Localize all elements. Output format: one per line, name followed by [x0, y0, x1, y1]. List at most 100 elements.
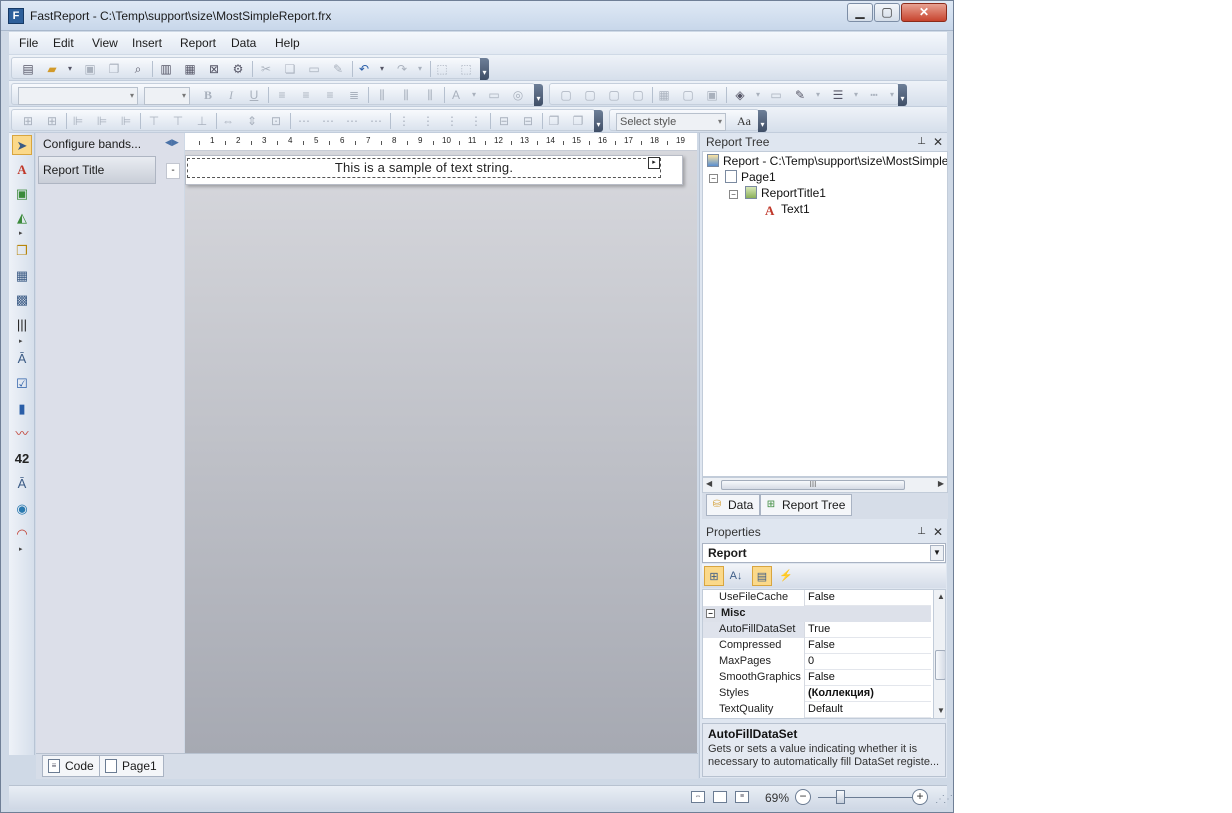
property-grid-scrollbar[interactable]: ▲ ▼: [933, 590, 945, 718]
style-editor-icon[interactable]: Aa: [734, 113, 754, 129]
border-bottom-icon[interactable]: ▢: [582, 87, 598, 103]
whole-page-icon[interactable]: [713, 791, 727, 803]
valign-center-icon[interactable]: ⫼: [398, 87, 414, 103]
send-to-back-icon[interactable]: ❐: [570, 113, 586, 129]
valign-bottom-icon[interactable]: ⫼: [422, 87, 438, 103]
tab-code[interactable]: ≡ Code: [42, 755, 101, 777]
bring-to-front-icon[interactable]: ❐: [546, 113, 562, 129]
events-icon[interactable]: ⚡: [776, 566, 796, 586]
bold-icon[interactable]: B: [200, 87, 216, 103]
band-collapse-button[interactable]: -: [166, 163, 180, 179]
zoom-slider-thumb[interactable]: [836, 790, 846, 804]
tree-node-report[interactable]: Report - C:\Temp\support\size\MostSimple…: [707, 154, 947, 168]
tree-node-reporttitle1[interactable]: ReportTitle1: [745, 186, 826, 200]
subreport-object-icon[interactable]: ❐: [12, 241, 32, 261]
category-collapse-icon[interactable]: −: [706, 609, 715, 618]
border-left-icon[interactable]: ▢: [606, 87, 622, 103]
cut-icon[interactable]: ✂: [258, 61, 274, 77]
new-report-icon[interactable]: ▤: [20, 61, 36, 77]
decrease-horizontal-spacing-icon[interactable]: ⋯: [344, 113, 360, 129]
zoom-slider[interactable]: [818, 797, 912, 798]
delete-page-icon[interactable]: ⊠: [206, 61, 222, 77]
resize-grip-icon[interactable]: ⋰⋰: [935, 794, 953, 805]
matrix-object-icon[interactable]: ▩: [12, 290, 32, 310]
page-width-icon[interactable]: ≡: [735, 791, 749, 803]
line-width-icon[interactable]: ☰: [830, 87, 846, 103]
menu-data[interactable]: Data: [231, 36, 256, 50]
report-title-band[interactable]: This is a sample of text string. ▸: [185, 155, 683, 185]
properties-icon[interactable]: ▤: [752, 566, 772, 586]
center-horizontally-icon[interactable]: ⊟: [496, 113, 512, 129]
line-width-dropdown-icon[interactable]: ▾: [848, 87, 864, 103]
pointer-icon[interactable]: ➤: [12, 135, 32, 155]
line-style-icon[interactable]: ┅: [866, 87, 882, 103]
remove-horizontal-spacing-icon[interactable]: ⋯: [368, 113, 384, 129]
align-tops-icon[interactable]: ⊤: [146, 113, 162, 129]
app-icon[interactable]: F: [8, 8, 24, 24]
text-object-icon[interactable]: A: [12, 160, 32, 180]
menu-edit[interactable]: Edit: [53, 36, 74, 50]
undo-dropdown-icon[interactable]: ▾: [374, 61, 390, 77]
zoom-in-icon[interactable]: +: [912, 789, 928, 805]
categorized-icon[interactable]: ⊞: [704, 566, 724, 586]
italic-icon[interactable]: I: [223, 87, 239, 103]
tab-report-tree[interactable]: ⊞ Report Tree: [760, 494, 853, 516]
tree-collapse-icon[interactable]: −: [729, 190, 738, 199]
ruler-resize-handle-icon[interactable]: ◀▶: [165, 137, 179, 148]
open-folder-icon[interactable]: ▰: [44, 61, 60, 77]
redo-dropdown-icon[interactable]: ▾: [412, 61, 428, 77]
border-none-icon[interactable]: ▢: [680, 87, 696, 103]
scroll-up-icon[interactable]: ▲: [937, 592, 945, 601]
copy-icon[interactable]: ❏: [282, 61, 298, 77]
undo-icon[interactable]: ↶: [356, 61, 372, 77]
toolbar-overflow-icon[interactable]: ▾: [898, 84, 907, 106]
fit-page-icon[interactable]: ⇔: [691, 791, 705, 803]
ungroup-icon[interactable]: ⬚: [458, 61, 474, 77]
remove-vertical-spacing-icon[interactable]: ⋮: [468, 113, 484, 129]
border-right-icon[interactable]: ▢: [630, 87, 646, 103]
toolbar-overflow-icon[interactable]: ▾: [594, 110, 603, 132]
style-combo[interactable]: Select style ▾: [616, 113, 726, 131]
scroll-left-icon[interactable]: ◀: [706, 479, 712, 488]
font-size-combo[interactable]: ▾: [144, 87, 190, 105]
align-right-icon[interactable]: ≡: [322, 87, 338, 103]
scroll-thumb[interactable]: III: [721, 480, 905, 490]
cellular-text-object-icon[interactable]: Ā: [12, 474, 32, 494]
zipcode-object-icon[interactable]: 42: [12, 449, 32, 469]
design-surface[interactable]: [185, 151, 697, 754]
property-row[interactable]: MaxPages 0: [703, 654, 931, 670]
tab-page1[interactable]: Page1: [99, 755, 164, 777]
scroll-right-icon[interactable]: ▶: [938, 479, 944, 488]
property-row[interactable]: Styles (Коллекция): [703, 686, 931, 702]
align-justify-icon[interactable]: ≣: [346, 87, 362, 103]
same-size-icon[interactable]: ⊡: [268, 113, 284, 129]
font-color-dropdown-icon[interactable]: ▾: [466, 87, 482, 103]
property-row[interactable]: UseFileCache False: [703, 590, 931, 606]
open-dropdown-icon[interactable]: ▾: [62, 61, 78, 77]
minimize-button[interactable]: ▁: [847, 3, 873, 22]
sparkline-object-icon[interactable]: 〰: [12, 424, 32, 444]
new-page-icon[interactable]: ▥: [158, 61, 174, 77]
align-lefts-icon[interactable]: ⊫: [70, 113, 86, 129]
tree-collapse-icon[interactable]: −: [709, 174, 718, 183]
object-selector-combo[interactable]: Report ▼: [702, 543, 946, 563]
align-to-grid-icon[interactable]: ⊞: [20, 113, 36, 129]
decrease-vertical-spacing-icon[interactable]: ⋮: [444, 113, 460, 129]
tree-node-text1[interactable]: A Text1: [765, 202, 810, 217]
line-color-dropdown-icon[interactable]: ▾: [810, 87, 826, 103]
report-title-band-label[interactable]: Report Title: [38, 156, 156, 184]
map-object-icon[interactable]: ◉: [12, 499, 32, 519]
toolbar-overflow-icon[interactable]: ▾: [534, 84, 543, 106]
same-height-icon[interactable]: ⇕: [244, 113, 260, 129]
fill-editor-icon[interactable]: ▭: [768, 87, 784, 103]
save-icon[interactable]: ▣: [82, 61, 98, 77]
menu-help[interactable]: Help: [275, 36, 300, 50]
paste-icon[interactable]: ▭: [306, 61, 322, 77]
valign-top-icon[interactable]: ⫼: [374, 87, 390, 103]
menu-view[interactable]: View: [92, 36, 118, 50]
font-color-icon[interactable]: A: [448, 87, 464, 103]
gauge-object-icon[interactable]: ◠: [12, 524, 32, 544]
smart-tag-icon[interactable]: ▸: [648, 157, 660, 169]
new-dialog-icon[interactable]: ▦: [182, 61, 198, 77]
close-icon[interactable]: ✕: [933, 523, 943, 541]
